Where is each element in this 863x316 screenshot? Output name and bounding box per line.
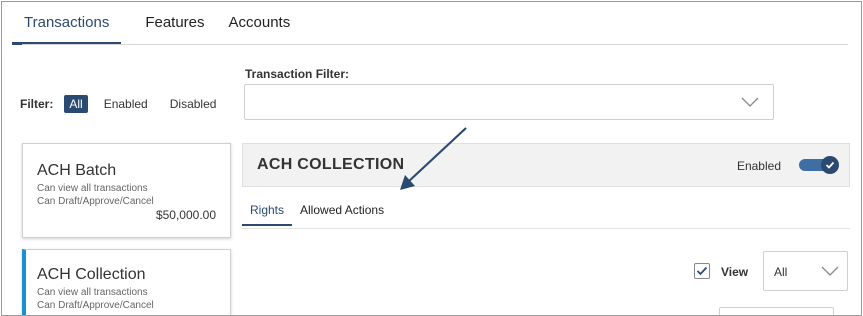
tab-allowed-actions[interactable]: Allowed Actions — [292, 201, 392, 226]
view-checkbox[interactable] — [694, 263, 710, 279]
view-scope-value: All — [774, 265, 788, 279]
sub-tabs-divider — [242, 228, 850, 229]
filter-label: Filter: — [20, 97, 54, 111]
card-title: ACH Batch — [37, 162, 117, 179]
transaction-filter-select[interactable] — [244, 84, 774, 120]
card-title: ACH Collection — [37, 266, 146, 283]
card-view-rights: Can view all transactions — [37, 183, 148, 194]
tab-features[interactable]: Features — [145, 12, 204, 45]
enabled-status-label: Enabled — [736, 159, 781, 173]
filter-enabled-pill[interactable]: Enabled — [98, 95, 154, 113]
tab-rights[interactable]: Rights — [242, 201, 293, 226]
partial-input-box[interactable] — [719, 307, 834, 315]
toggle-knob — [821, 156, 839, 174]
detail-title: ACH COLLECTION — [257, 156, 405, 173]
filter-row: Filter: All Enabled Disabled — [20, 95, 232, 113]
chevron-down-icon — [741, 97, 759, 107]
filter-disabled-pill[interactable]: Disabled — [164, 95, 223, 113]
view-label: View — [721, 265, 749, 279]
transaction-card-ach-batch[interactable]: ACH Batch Can view all transactions Can … — [22, 143, 231, 238]
permissions-panel: Transactions Features Accounts Filter: A… — [1, 1, 862, 316]
tabs-divider — [22, 44, 848, 45]
filter-all-pill[interactable]: All — [64, 95, 88, 113]
card-action-rights: Can Draft/Approve/Cancel — [37, 196, 154, 207]
transaction-filter-label: Transaction Filter: — [245, 67, 350, 81]
checkmark-icon — [825, 161, 835, 169]
card-limit-amount: $50,000.00 — [155, 208, 216, 222]
transaction-card-ach-collection[interactable]: ACH Collection Can view all transactions… — [22, 249, 231, 315]
detail-header: ACH COLLECTION Enabled — [242, 143, 850, 187]
checkmark-icon — [696, 266, 708, 276]
tab-transactions[interactable]: Transactions — [12, 12, 122, 45]
view-scope-select[interactable]: All — [763, 251, 848, 291]
sub-tabs: Rights Allowed Actions — [242, 201, 392, 226]
top-tabs: Transactions Features Accounts — [12, 12, 314, 45]
card-view-rights: Can view all transactions — [37, 287, 148, 298]
enabled-toggle[interactable] — [799, 156, 839, 174]
chevron-down-icon — [821, 266, 839, 276]
card-action-rights: Can Draft/Approve/Cancel — [37, 300, 154, 311]
tab-accounts[interactable]: Accounts — [229, 12, 291, 45]
